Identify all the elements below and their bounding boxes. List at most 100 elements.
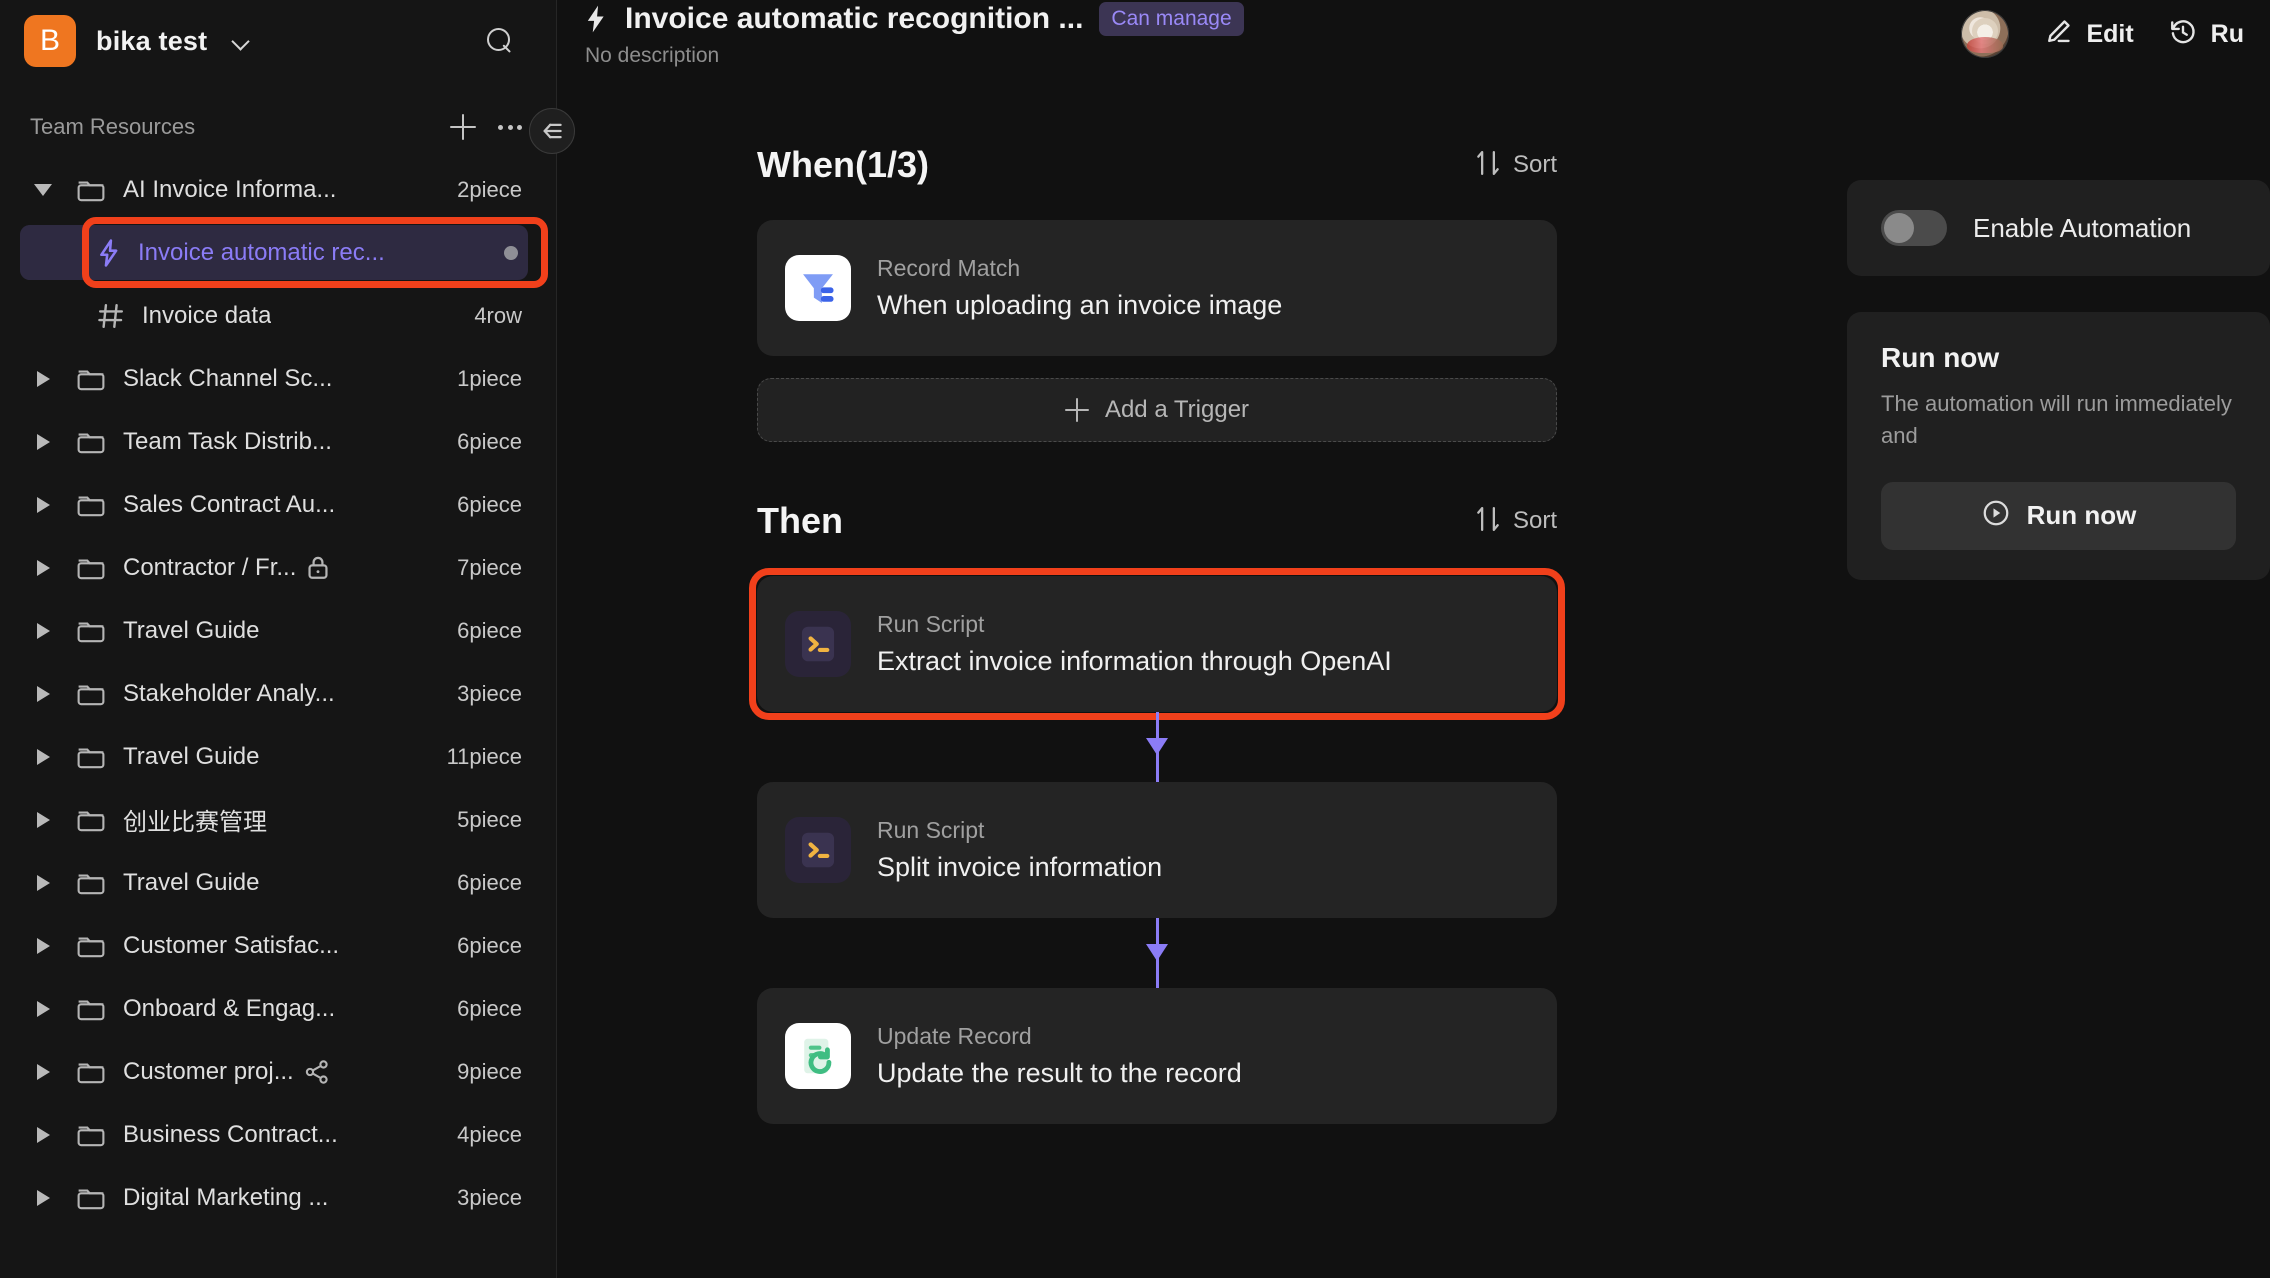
- tree-row-label: Onboard & Engag...: [123, 994, 336, 1022]
- trigger-card-record-match[interactable]: Record Match When uploading an invoice i…: [757, 220, 1557, 356]
- tree-row-label: Travel Guide: [123, 742, 260, 770]
- chevron-down-icon[interactable]: [231, 30, 253, 52]
- chevron-collapsed-icon[interactable]: [30, 811, 56, 828]
- chevron-collapsed-icon[interactable]: [30, 433, 56, 450]
- run-now-title: Run now: [1881, 342, 2000, 373]
- workspace-name[interactable]: bika test: [96, 26, 207, 57]
- folder-icon: [76, 366, 106, 392]
- tree-row[interactable]: Onboard & Engag... 6piece: [0, 977, 556, 1040]
- flow-connector: [757, 918, 1557, 988]
- tree-row[interactable]: Business Contract... 4piece: [0, 1103, 556, 1166]
- chevron-collapsed-icon[interactable]: [30, 1000, 56, 1017]
- sort-icon: [1475, 149, 1501, 182]
- folder-icon: [76, 177, 106, 203]
- chevron-collapsed-icon[interactable]: [30, 874, 56, 891]
- lock-icon: [306, 555, 330, 581]
- action-card-name: Extract invoice information through Open…: [877, 646, 1392, 676]
- tree-row-count: 2piece: [457, 176, 522, 202]
- search-button[interactable]: [478, 19, 522, 63]
- action-card-update-record[interactable]: Update Record Update the result to the r…: [757, 988, 1557, 1124]
- folder-icon: [76, 870, 106, 896]
- lightning-icon: [583, 4, 609, 34]
- enable-automation-card: Enable Automation: [1847, 180, 2270, 276]
- folder-icon: [76, 429, 106, 455]
- enable-automation-toggle[interactable]: [1881, 210, 1947, 246]
- tree-row-count: 6piece: [457, 932, 522, 958]
- top-bar: Invoice automatic recognition ... Can ma…: [557, 0, 2270, 82]
- tree-row[interactable]: Team Task Distrib... 6piece: [0, 410, 556, 473]
- chevron-collapsed-icon[interactable]: [30, 685, 56, 702]
- arrow-down-icon: [1146, 738, 1168, 755]
- action-card-kind: Update Record: [877, 1023, 1032, 1049]
- tree-row[interactable]: Digital Marketing ... 3piece: [0, 1166, 556, 1229]
- tree-row-label: Team Task Distrib...: [123, 427, 332, 455]
- chevron-collapsed-icon[interactable]: [30, 622, 56, 639]
- add-trigger-button[interactable]: Add a Trigger: [757, 378, 1557, 442]
- pencil-icon: [2043, 17, 2073, 52]
- action-card-kind: Run Script: [877, 611, 985, 637]
- tree-row[interactable]: Customer proj... 9piece: [0, 1040, 556, 1103]
- chevron-collapsed-icon[interactable]: [30, 748, 56, 765]
- chevron-collapsed-icon[interactable]: [30, 1189, 56, 1206]
- when-sort-button[interactable]: Sort: [1475, 149, 1557, 182]
- page-description: No description: [585, 44, 720, 67]
- tree-row-count: 6piece: [457, 428, 522, 454]
- chevron-collapsed-icon[interactable]: [30, 559, 56, 576]
- add-trigger-label: Add a Trigger: [1104, 396, 1250, 423]
- chevron-collapsed-icon[interactable]: [30, 496, 56, 513]
- action-card-extract-invoice[interactable]: Run Script Extract invoice information t…: [749, 568, 1565, 720]
- tree-row[interactable]: Travel Guide 11piece: [0, 725, 556, 788]
- tree-row[interactable]: 创业比赛管理 5piece: [0, 788, 556, 851]
- folder-icon: [76, 807, 106, 833]
- tree-row[interactable]: Travel Guide 6piece: [0, 851, 556, 914]
- sidebar-item-invoice-automatic-recognition[interactable]: Invoice automatic rec...: [0, 217, 556, 288]
- run-history-label: Ru: [2210, 19, 2244, 48]
- share-icon: [304, 1059, 330, 1085]
- action-card-name: Split invoice information: [877, 852, 1163, 882]
- action-card-split-invoice[interactable]: Run Script Split invoice information: [757, 782, 1557, 918]
- chevron-collapsed-icon[interactable]: [30, 937, 56, 954]
- run-now-button[interactable]: Run now: [1881, 481, 2236, 550]
- when-section-title: When(1/3): [757, 144, 930, 185]
- collapse-sidebar-button[interactable]: [529, 108, 575, 154]
- permission-badge[interactable]: Can manage: [1099, 2, 1244, 36]
- tree-row[interactable]: Slack Channel Sc... 1piece: [0, 347, 556, 410]
- tree-row[interactable]: Sales Contract Au... 6piece: [0, 473, 556, 536]
- folder-icon: [76, 1059, 106, 1085]
- folder-icon: [76, 996, 106, 1022]
- sidebar-item-invoice-data[interactable]: Invoice data 4row: [0, 284, 556, 347]
- avatar[interactable]: [1961, 10, 2010, 58]
- chevron-collapsed-icon[interactable]: [30, 1063, 56, 1080]
- collapse-left-icon: [543, 123, 562, 139]
- plus-icon: [1064, 398, 1089, 422]
- tree-row-label: Customer Satisfac...: [123, 931, 340, 959]
- tree-row-label: Slack Channel Sc...: [123, 364, 333, 392]
- edit-button[interactable]: Edit: [2043, 17, 2134, 52]
- tree-row[interactable]: Travel Guide 6piece: [0, 599, 556, 662]
- chevron-collapsed-icon[interactable]: [30, 1126, 56, 1143]
- tree-row[interactable]: Customer Satisfac... 6piece: [0, 914, 556, 977]
- team-resources-header: Team Resources: [0, 98, 556, 156]
- history-icon: [2168, 17, 2198, 52]
- chevron-collapsed-icon[interactable]: [30, 370, 56, 387]
- workspace-logo: B: [24, 15, 76, 67]
- tree-row[interactable]: AI Invoice Informa... 2piece: [0, 158, 556, 221]
- more-options-icon[interactable]: [498, 124, 522, 130]
- chevron-expanded-icon[interactable]: [30, 183, 56, 196]
- tree-row-label: Travel Guide: [123, 616, 260, 644]
- main-area: When(1/3) Sort Record Match When uploadi…: [557, 82, 2270, 1278]
- action-card-kind: Run Script: [877, 817, 985, 843]
- tree-row-count: 6piece: [457, 995, 522, 1021]
- run-now-description: The automation will run immediately and: [1881, 391, 2232, 448]
- run-history-button[interactable]: Ru: [2168, 17, 2244, 52]
- tree-row[interactable]: Stakeholder Analy... 3piece: [0, 662, 556, 725]
- page-title: Invoice automatic recognition ...: [625, 2, 1084, 35]
- tree-row[interactable]: Contractor / Fr... 7piece: [0, 536, 556, 599]
- filter-icon: [785, 255, 851, 321]
- then-sort-button[interactable]: Sort: [1475, 505, 1557, 538]
- add-resource-icon[interactable]: [450, 114, 476, 140]
- right-panel: Enable Automation Run now The automation…: [1847, 82, 2270, 1278]
- tree-row-label: Customer proj...: [123, 1057, 294, 1085]
- sort-icon: [1475, 505, 1501, 538]
- trigger-card-kind: Record Match: [877, 255, 1021, 281]
